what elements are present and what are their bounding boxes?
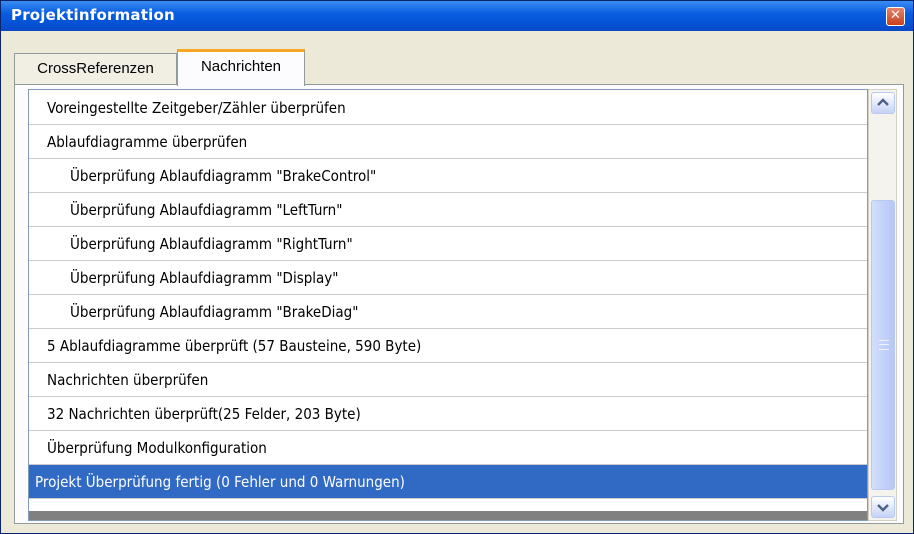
list-item-text: Voreingestellte Zeitgeber/Zähler überprü…: [47, 99, 346, 117]
list-item[interactable]: Voreingestellte Zeitgeber/Zähler überprü…: [29, 91, 867, 125]
title-bar[interactable]: Projektinformation ✕: [1, 1, 913, 31]
list-item[interactable]: Überprüfung Modulkonfiguration: [29, 431, 867, 465]
window-title: Projektinformation: [11, 6, 175, 24]
thumb-grip-icon: [879, 340, 889, 350]
list-item-text: Überprüfung Ablaufdiagramm "Display": [70, 269, 339, 287]
scrollbar-thumb[interactable]: [871, 200, 895, 490]
list-item[interactable]: Ablaufdiagramme überprüfen: [29, 125, 867, 159]
scroll-down-button[interactable]: [871, 496, 895, 518]
tab-nachrichten[interactable]: Nachrichten: [177, 49, 305, 86]
close-button[interactable]: ✕: [886, 7, 905, 26]
close-icon: ✕: [890, 8, 901, 23]
list-item[interactable]: Überprüfung Ablaufdiagramm "BrakeControl…: [29, 159, 867, 193]
list-item-text: Projekt Überprüfung fertig (0 Fehler und…: [35, 473, 405, 491]
vertical-scrollbar[interactable]: [868, 89, 897, 521]
list-item-text: 5 Ablaufdiagramme überprüft (57 Baustein…: [47, 337, 422, 355]
list-item[interactable]: 32 Nachrichten überprüft(25 Felder, 203 …: [29, 397, 867, 431]
list-empty-area: [29, 511, 867, 520]
list-item[interactable]: Überprüfung Ablaufdiagramm "RightTurn": [29, 227, 867, 261]
list-item-text: Überprüfung Ablaufdiagramm "RightTurn": [70, 235, 353, 253]
scroll-down-arrow-icon: [877, 504, 889, 512]
list-item[interactable]: 5 Ablaufdiagramme überprüft (57 Baustein…: [29, 329, 867, 363]
list-item-text: Ablaufdiagramme überprüfen: [47, 133, 248, 151]
list-item[interactable]: Nachrichten überprüfen: [29, 363, 867, 397]
list-item-text: Überprüfung Ablaufdiagramm "BrakeDiag": [70, 303, 359, 321]
message-list[interactable]: Voreingestellte Zeitgeber/Zähler überprü…: [28, 89, 868, 521]
project-info-window: Projektinformation ✕ CrossReferenzen Nac…: [0, 0, 914, 534]
list-item-selected[interactable]: Projekt Überprüfung fertig (0 Fehler und…: [29, 465, 867, 499]
list-item-text: 32 Nachrichten überprüft(25 Felder, 203 …: [47, 405, 361, 423]
list-item-text: Überprüfung Modulkonfiguration: [47, 439, 267, 457]
list-item-text: Überprüfung Ablaufdiagramm "LeftTurn": [70, 201, 343, 219]
list-item-text: Überprüfung Ablaufdiagramm "BrakeControl…: [70, 167, 377, 185]
tab-crossreferenzen[interactable]: CrossReferenzen: [14, 53, 177, 85]
list-item-text: Nachrichten überprüfen: [47, 371, 209, 389]
list-item[interactable]: Überprüfung Ablaufdiagramm "LeftTurn": [29, 193, 867, 227]
scroll-up-arrow-icon: [877, 98, 889, 106]
scroll-up-button[interactable]: [871, 92, 895, 114]
list-item[interactable]: Überprüfung Ablaufdiagramm "Display": [29, 261, 867, 295]
list-item[interactable]: Überprüfung Ablaufdiagramm "BrakeDiag": [29, 295, 867, 329]
